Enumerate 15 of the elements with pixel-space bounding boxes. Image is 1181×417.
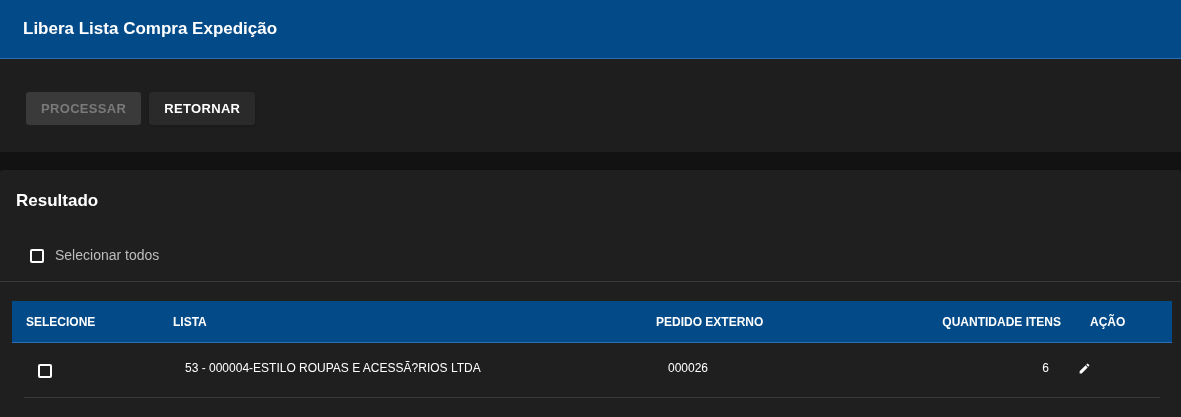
column-header: LISTA	[173, 313, 208, 331]
page-title: Libera Lista Compra Expedição	[23, 18, 278, 41]
edit-icon[interactable]	[1078, 361, 1091, 375]
column-header: SELECIONE	[26, 313, 97, 331]
action-button[interactable]: RETORNAR	[149, 92, 256, 125]
table-cell-text: 6	[1042, 360, 1049, 377]
table-cell-text: 53 - 000004-ESTILO ROUPAS E ACESSÃ?RIOS LTDA	[185, 360, 482, 377]
column-header: AÇÃO	[1089, 313, 1127, 331]
table-cell-text: 000026	[668, 360, 710, 377]
column-header: PEDIDO EXTERNO	[656, 313, 765, 331]
section-title: Resultado	[16, 191, 99, 210]
column-header: QUANTIDADE ITENS	[942, 313, 1061, 331]
checkbox[interactable]	[30, 248, 44, 263]
select-all-label: Selecionar todos	[55, 246, 160, 265]
checkbox[interactable]	[38, 364, 52, 378]
